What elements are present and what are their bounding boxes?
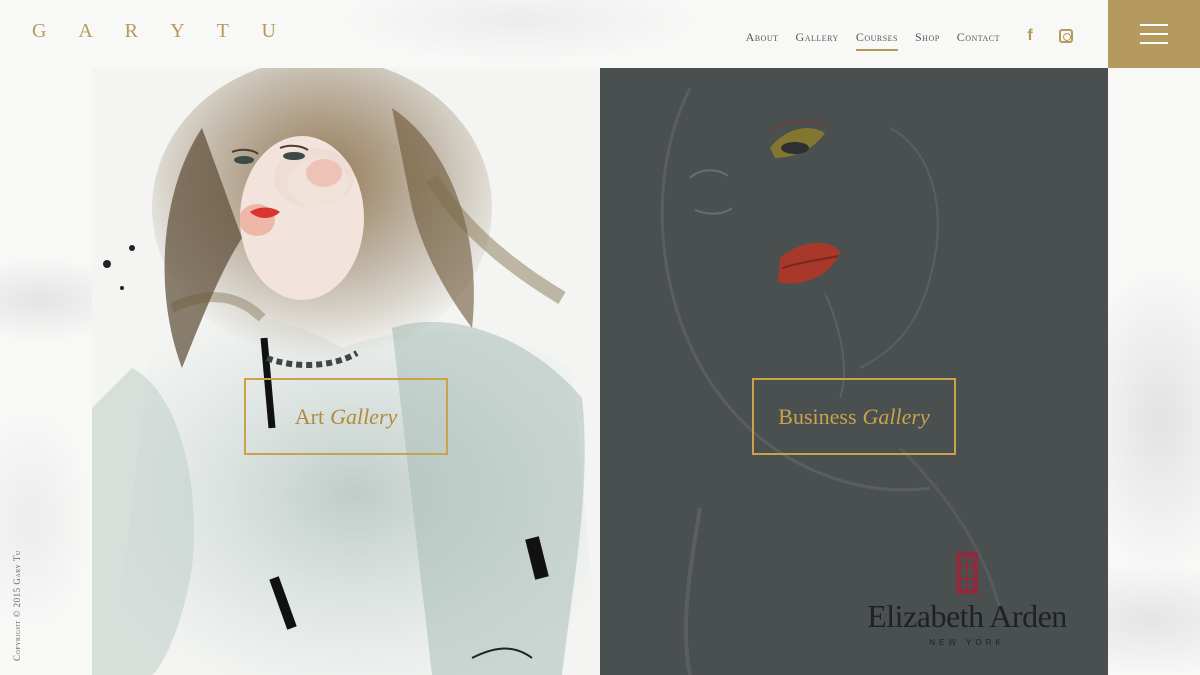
watercolor-portrait-illustration bbox=[92, 68, 600, 675]
copyright-text: Copyright © 2015 Gary Tu bbox=[12, 550, 22, 661]
nav-shop[interactable]: Shop bbox=[915, 30, 940, 51]
main-nav: About Gallery Courses Shop Contact bbox=[746, 30, 1000, 51]
business-gallery-label-italic: Gallery bbox=[862, 403, 930, 429]
instagram-icon[interactable] bbox=[1056, 26, 1076, 46]
business-gallery-label: Business bbox=[778, 403, 857, 429]
brand-name: Elizabeth Arden bbox=[867, 598, 1067, 634]
brand-subtitle: NEW YORK bbox=[929, 638, 1005, 647]
art-gallery-label-italic: Gallery bbox=[330, 403, 398, 429]
hamburger-menu-icon[interactable] bbox=[1108, 0, 1200, 68]
red-door-emblem-icon bbox=[956, 552, 978, 594]
art-gallery-button[interactable]: Art Gallery bbox=[244, 378, 448, 455]
facebook-icon[interactable]: f bbox=[1020, 26, 1040, 46]
business-gallery-panel[interactable]: Business Gallery Elizabeth Arden NEW YOR… bbox=[600, 68, 1108, 675]
nav-gallery[interactable]: Gallery bbox=[796, 30, 839, 51]
art-gallery-label: Art bbox=[294, 403, 325, 429]
site-logo[interactable]: G A R Y T U bbox=[32, 20, 290, 43]
art-gallery-panel[interactable]: Art Gallery bbox=[92, 68, 600, 675]
nav-courses[interactable]: Courses bbox=[855, 30, 898, 51]
nav-about[interactable]: About bbox=[746, 30, 779, 51]
business-gallery-button[interactable]: Business Gallery bbox=[752, 378, 956, 455]
nav-contact[interactable]: Contact bbox=[957, 30, 1000, 51]
elizabeth-arden-logo: Elizabeth Arden NEW YORK bbox=[862, 552, 1072, 647]
